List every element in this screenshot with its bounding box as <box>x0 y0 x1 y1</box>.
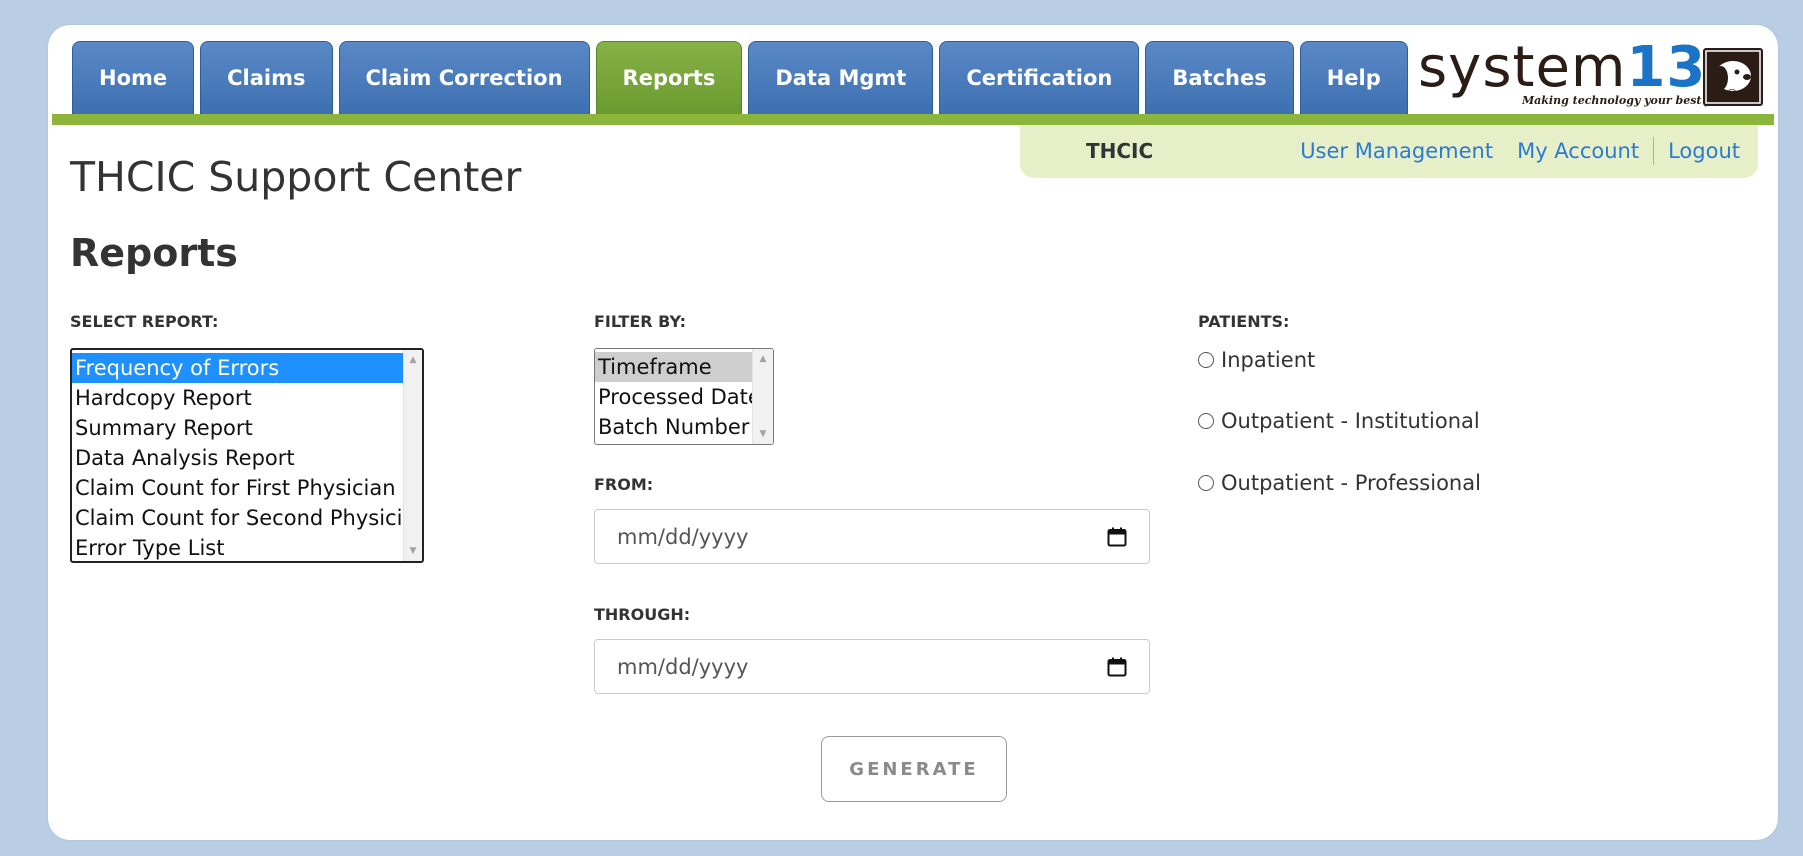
logout-link[interactable]: Logout <box>1668 139 1740 163</box>
app-card: Home Claims Claim Correction Reports Dat… <box>48 25 1778 840</box>
scroll-down-icon[interactable]: ▼ <box>404 544 422 558</box>
report-listbox-scrollbar[interactable]: ▲ ▼ <box>403 350 422 561</box>
select-report-listbox[interactable]: Frequency of Errors Hardcopy Report Summ… <box>70 348 424 563</box>
patients-label: PATIENTS: <box>1198 312 1290 331</box>
report-option-claim-count-first-physician[interactable]: Claim Count for First Physician <box>72 473 422 503</box>
main-nav: Home Claims Claim Correction Reports Dat… <box>72 41 1408 114</box>
user-info-bar: THCIC User Management My Account Logout <box>1020 125 1758 178</box>
tab-home[interactable]: Home <box>72 41 195 114</box>
report-option-summary-report[interactable]: Summary Report <box>72 413 422 443</box>
report-option-error-type-list[interactable]: Error Type List <box>72 533 422 561</box>
organization-name: THCIC <box>1086 139 1154 163</box>
logo-wordmark: system13 <box>1418 36 1706 100</box>
patient-option-outpatient-professional[interactable]: Outpatient - Professional <box>1198 471 1481 495</box>
through-label: THROUGH: <box>594 605 691 624</box>
from-date-input[interactable]: mm/dd/yyyy <box>594 509 1150 564</box>
filter-by-listbox[interactable]: Timeframe Processed Date Batch Number ▲ … <box>594 348 774 445</box>
site-title: THCIC Support Center <box>70 153 522 201</box>
svg-text:@: @ <box>1727 88 1737 99</box>
report-option-claim-count-second-physician[interactable]: Claim Count for Second Physician <box>72 503 422 533</box>
logo-number: 13 <box>1626 35 1707 100</box>
scroll-down-icon[interactable]: ▼ <box>753 427 773 441</box>
filter-listbox-scrollbar[interactable]: ▲ ▼ <box>752 349 773 444</box>
generate-button[interactable]: GENERATE <box>821 736 1007 802</box>
link-divider <box>1653 137 1655 165</box>
page-heading: Reports <box>70 231 238 275</box>
report-option-data-analysis-report[interactable]: Data Analysis Report <box>72 443 422 473</box>
dog-logo-icon: @ <box>1703 48 1763 106</box>
report-option-frequency-of-errors[interactable]: Frequency of Errors <box>72 353 422 383</box>
tab-help[interactable]: Help <box>1299 41 1408 114</box>
patient-option-inpatient[interactable]: Inpatient <box>1198 348 1315 372</box>
account-links: User Management My Account Logout <box>1300 137 1740 165</box>
patient-option-label: Inpatient <box>1221 348 1316 372</box>
through-date-input[interactable]: mm/dd/yyyy <box>594 639 1150 694</box>
scroll-up-icon[interactable]: ▲ <box>404 353 422 367</box>
tab-data-mgmt[interactable]: Data Mgmt <box>748 41 934 114</box>
calendar-icon[interactable] <box>1107 527 1127 547</box>
tab-claim-correction[interactable]: Claim Correction <box>338 41 590 114</box>
filter-option-processed-date[interactable]: Processed Date <box>595 382 773 412</box>
select-report-label: SELECT REPORT: <box>70 312 219 331</box>
patient-option-label: Outpatient - Institutional <box>1221 409 1480 433</box>
patient-option-label: Outpatient - Professional <box>1221 471 1481 495</box>
tab-claims[interactable]: Claims <box>200 41 333 114</box>
tab-reports[interactable]: Reports <box>595 41 743 114</box>
from-label: FROM: <box>594 475 654 494</box>
filter-by-label: FILTER BY: <box>594 312 687 331</box>
radio-button[interactable] <box>1198 352 1214 368</box>
tab-batches[interactable]: Batches <box>1145 41 1294 114</box>
tab-certification[interactable]: Certification <box>939 41 1140 114</box>
filter-option-batch-number[interactable]: Batch Number <box>595 412 773 442</box>
through-date-placeholder: mm/dd/yyyy <box>617 654 749 679</box>
user-management-link[interactable]: User Management <box>1300 139 1493 163</box>
calendar-icon[interactable] <box>1107 657 1127 677</box>
my-account-link[interactable]: My Account <box>1517 139 1639 163</box>
from-date-placeholder: mm/dd/yyyy <box>617 524 749 549</box>
radio-button[interactable] <box>1198 413 1214 429</box>
accent-bar <box>52 114 1774 125</box>
scroll-up-icon[interactable]: ▲ <box>753 352 773 366</box>
logo-word: system <box>1418 35 1627 100</box>
system13-logo: system13 Making technology your best fri… <box>1418 36 1763 114</box>
report-option-hardcopy-report[interactable]: Hardcopy Report <box>72 383 422 413</box>
filter-option-timeframe[interactable]: Timeframe <box>595 352 773 382</box>
patient-option-outpatient-institutional[interactable]: Outpatient - Institutional <box>1198 409 1480 433</box>
radio-button[interactable] <box>1198 475 1214 491</box>
